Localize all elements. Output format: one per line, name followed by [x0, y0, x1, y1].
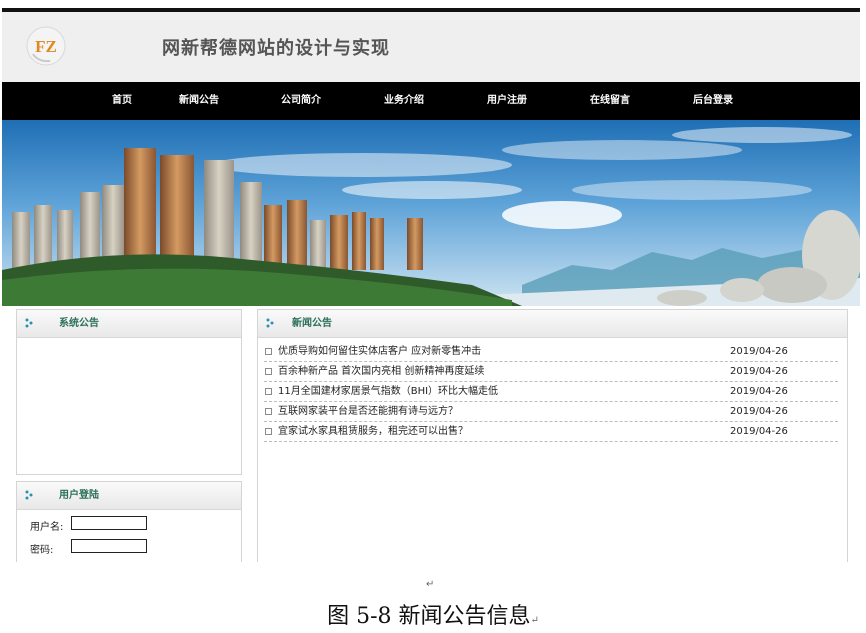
news-item-title[interactable]: 百余种新产品 首次国内亮相 创新精神再度延续: [278, 362, 484, 381]
system-notice-panel: 系统公告: [16, 309, 242, 475]
dots-bullet-icon: [266, 318, 274, 328]
news-item-title[interactable]: 互联网家装平台是否还能拥有诗与远方？: [278, 402, 458, 421]
dots-bullet-icon: [25, 318, 33, 328]
username-label: 用户名:: [30, 522, 64, 533]
news-panel: 新闻公告 优质导购如何留住实体店客户 应对新零售冲击 2019/04-26 百余…: [257, 309, 848, 562]
news-list-item[interactable]: 宜家试水家具租赁服务，租完还可以出售？ 2019/04-26: [264, 422, 838, 442]
site-title: 网新帮德网站的设计与实现: [162, 38, 390, 59]
news-list-item[interactable]: 百余种新产品 首次国内亮相 创新精神再度延续 2019/04-26: [264, 362, 838, 382]
square-bullet-icon: [265, 348, 272, 355]
dots-bullet-icon: [25, 490, 33, 500]
caption-return-mark: ↵: [530, 615, 539, 626]
system-notice-header: 系统公告: [17, 310, 241, 338]
system-notice-title: 系统公告: [59, 318, 99, 329]
news-item-title[interactable]: 优质导购如何留住实体店客户 应对新零售冲击: [278, 342, 481, 361]
square-bullet-icon: [265, 408, 272, 415]
news-item-date: 2019/04-26: [730, 406, 788, 417]
user-login-panel: 用户登陆 用户名: 密码:: [16, 481, 242, 562]
svg-text:FZ: FZ: [35, 37, 57, 56]
nav-item-home[interactable]: 首页: [100, 82, 144, 120]
square-bullet-icon: [265, 388, 272, 395]
city-landscape-banner-image: [2, 120, 860, 306]
nav-item-admin-login[interactable]: 后台登录: [686, 82, 740, 120]
news-item-date: 2019/04-26: [730, 366, 788, 377]
figure-caption-text: 图 5-8 新闻公告信息: [327, 604, 531, 629]
nav-item-company[interactable]: 公司简介: [274, 82, 328, 120]
nav-item-message[interactable]: 在线留言: [583, 82, 637, 120]
nav-item-business[interactable]: 业务介绍: [377, 82, 431, 120]
news-item-date: 2019/04-26: [730, 346, 788, 357]
news-list-item[interactable]: 11月全国建材家居景气指数（BHI）环比大幅走低 2019/04-26: [264, 382, 838, 402]
paragraph-return-mark: ↵: [426, 579, 435, 590]
news-header: 新闻公告: [258, 310, 847, 338]
hero-banner: [2, 120, 860, 306]
site-header: FZ 网新帮德网站的设计与实现: [2, 12, 860, 82]
nav-item-news[interactable]: 新闻公告: [172, 82, 226, 120]
news-title: 新闻公告: [292, 318, 332, 329]
user-login-header: 用户登陆: [17, 482, 241, 510]
site-logo[interactable]: FZ: [26, 26, 66, 66]
square-bullet-icon: [265, 428, 272, 435]
news-item-date: 2019/04-26: [730, 386, 788, 397]
news-list-item[interactable]: 互联网家装平台是否还能拥有诗与远方？ 2019/04-26: [264, 402, 838, 422]
password-label: 密码:: [30, 545, 54, 556]
main-nav: 首页 新闻公告 公司简介 业务介绍 用户注册 在线留言 后台登录: [2, 82, 860, 120]
password-input[interactable]: [71, 539, 147, 553]
nav-item-register[interactable]: 用户注册: [480, 82, 534, 120]
user-login-title: 用户登陆: [59, 490, 99, 501]
news-list-item[interactable]: 优质导购如何留住实体店客户 应对新零售冲击 2019/04-26: [264, 342, 838, 362]
news-item-date: 2019/04-26: [730, 426, 788, 437]
username-input[interactable]: [71, 516, 147, 530]
square-bullet-icon: [265, 368, 272, 375]
news-item-title[interactable]: 宜家试水家具租赁服务，租完还可以出售？: [278, 422, 468, 441]
figure-caption: 图 5-8 新闻公告信息↵: [0, 598, 866, 630]
news-item-title[interactable]: 11月全国建材家居景气指数（BHI）环比大幅走低: [278, 382, 498, 401]
logo-badge-icon: FZ: [26, 26, 66, 66]
